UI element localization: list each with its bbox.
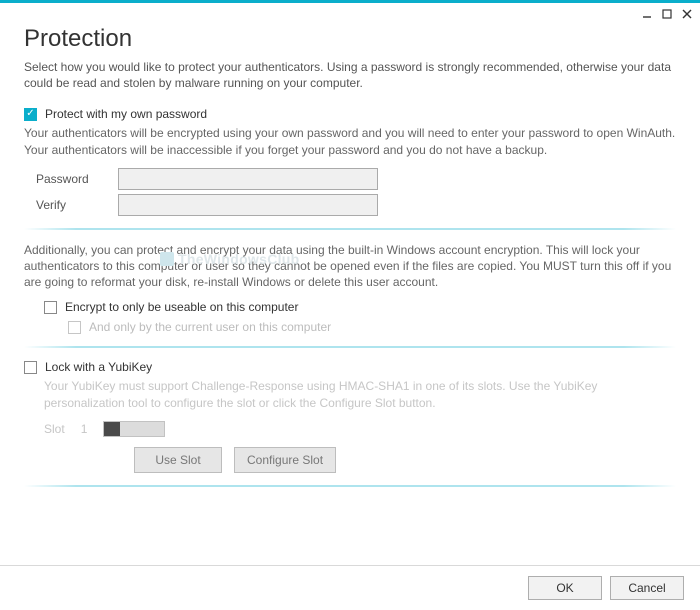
encrypt-desc: Additionally, you can protect and encryp… <box>24 242 676 291</box>
cancel-button[interactable]: Cancel <box>610 576 684 600</box>
encrypt-user-checkbox <box>68 321 81 334</box>
divider-1 <box>24 228 676 230</box>
titlebar <box>0 3 700 25</box>
slot-value: 1 <box>81 422 88 436</box>
configure-slot-button[interactable]: Configure Slot <box>234 447 336 473</box>
ok-button[interactable]: OK <box>528 576 602 600</box>
close-icon[interactable] <box>680 7 694 21</box>
yubikey-label: Lock with a YubiKey <box>45 360 152 374</box>
divider-3 <box>24 485 676 487</box>
verify-label: Verify <box>36 198 108 212</box>
content-area: Protection Select how you would like to … <box>0 25 700 565</box>
encrypt-computer-checkbox[interactable] <box>44 301 57 314</box>
yubikey-option[interactable]: Lock with a YubiKey <box>24 360 676 374</box>
use-slot-button[interactable]: Use Slot <box>134 447 222 473</box>
encrypt-user-option: And only by the current user on this com… <box>68 320 676 334</box>
verify-input[interactable] <box>118 194 378 216</box>
dialog-footer: OK Cancel <box>0 565 700 610</box>
yubikey-desc: Your YubiKey must support Challenge-Resp… <box>44 378 676 410</box>
password-row: Password <box>36 168 676 190</box>
protect-password-desc: Your authenticators will be encrypted us… <box>24 125 676 157</box>
minimize-icon[interactable] <box>640 7 654 21</box>
yubikey-checkbox[interactable] <box>24 361 37 374</box>
yubikey-button-row: Use Slot Configure Slot <box>134 447 676 473</box>
page-title: Protection <box>24 25 676 53</box>
slot-slider <box>103 421 165 437</box>
divider-2 <box>24 346 676 348</box>
intro-text: Select how you would like to protect you… <box>24 59 676 91</box>
encrypt-user-label: And only by the current user on this com… <box>89 320 331 334</box>
encrypt-computer-option[interactable]: Encrypt to only be useable on this compu… <box>44 300 676 314</box>
protect-password-label: Protect with my own password <box>45 107 207 121</box>
slot-label: Slot <box>44 422 65 436</box>
password-input[interactable] <box>118 168 378 190</box>
yubikey-slot-row: Slot 1 <box>44 421 676 437</box>
protect-password-checkbox[interactable] <box>24 108 37 121</box>
verify-row: Verify <box>36 194 676 216</box>
slot-slider-knob <box>104 422 120 436</box>
protection-dialog: Protection Select how you would like to … <box>0 0 700 610</box>
encrypt-computer-label: Encrypt to only be useable on this compu… <box>65 300 298 314</box>
protect-password-option[interactable]: Protect with my own password <box>24 107 676 121</box>
password-label: Password <box>36 172 108 186</box>
maximize-icon[interactable] <box>660 7 674 21</box>
